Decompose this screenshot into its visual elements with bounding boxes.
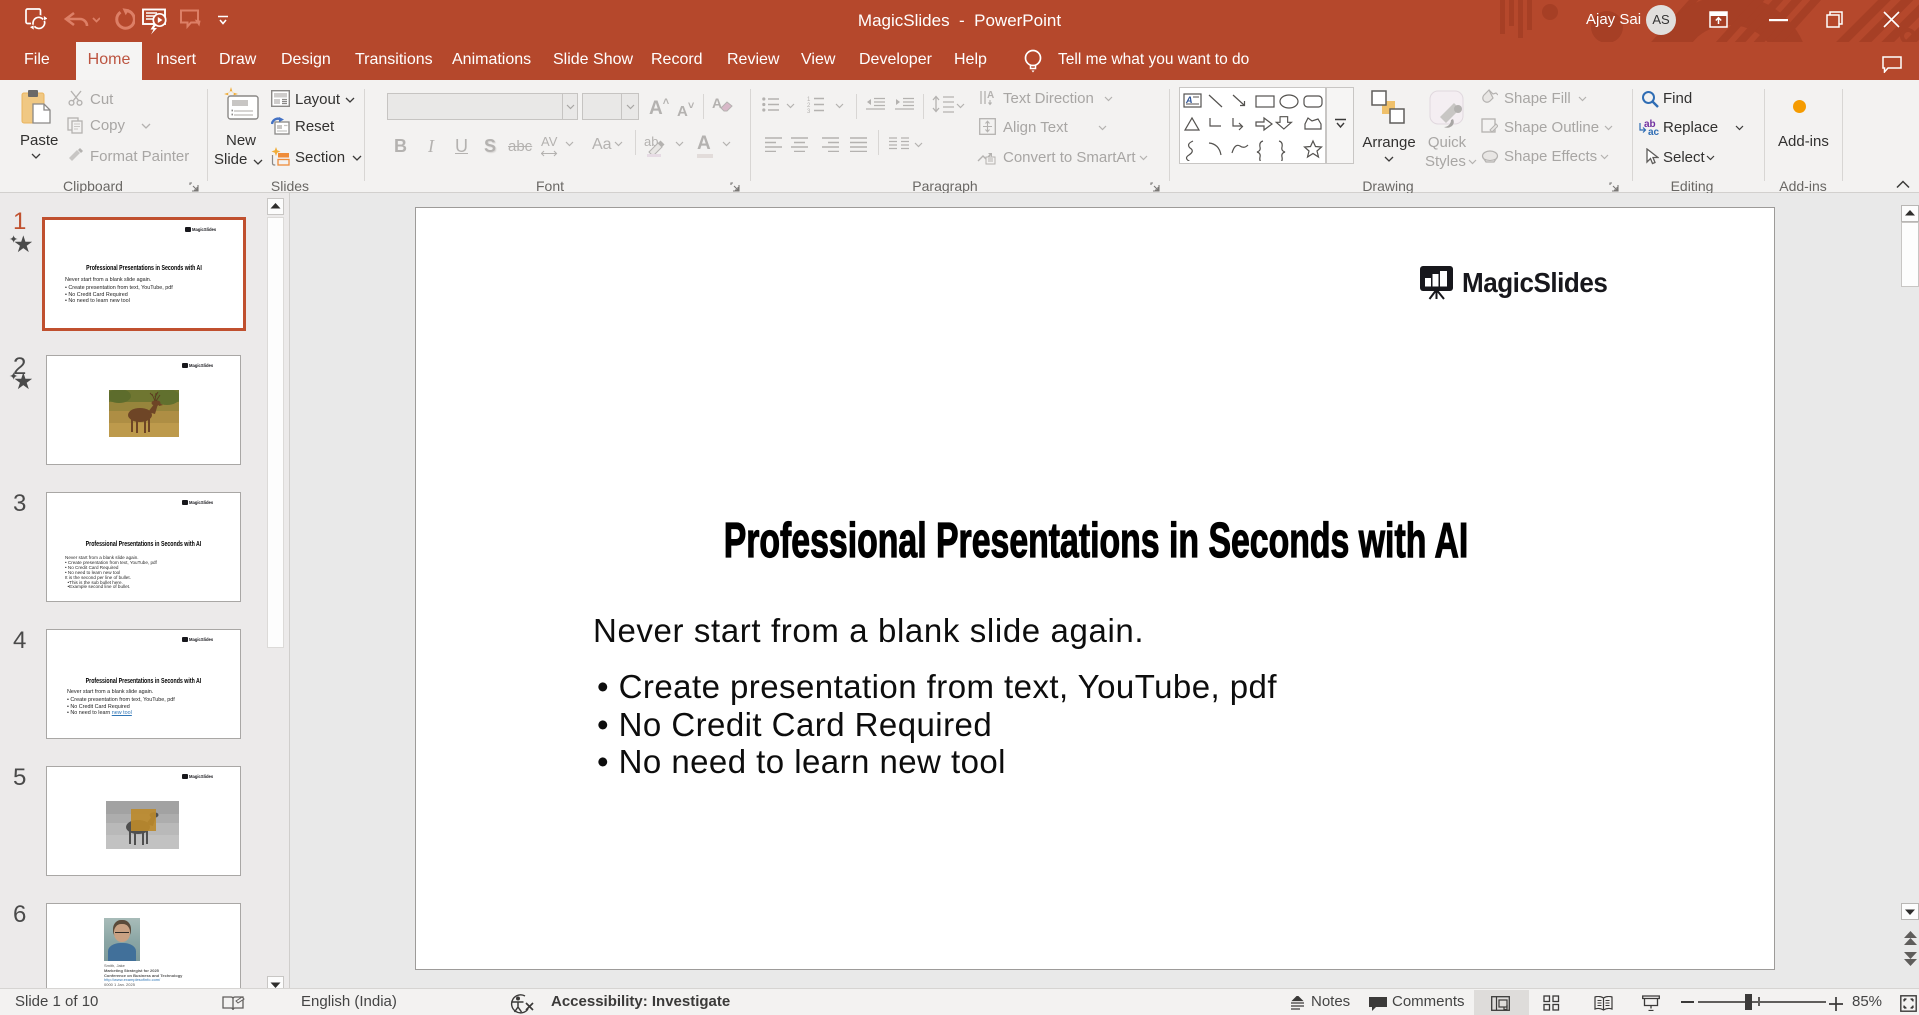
svg-text:3: 3 (807, 109, 811, 113)
svg-text:ac: ac (1648, 127, 1660, 136)
svg-text:A: A (987, 90, 994, 101)
